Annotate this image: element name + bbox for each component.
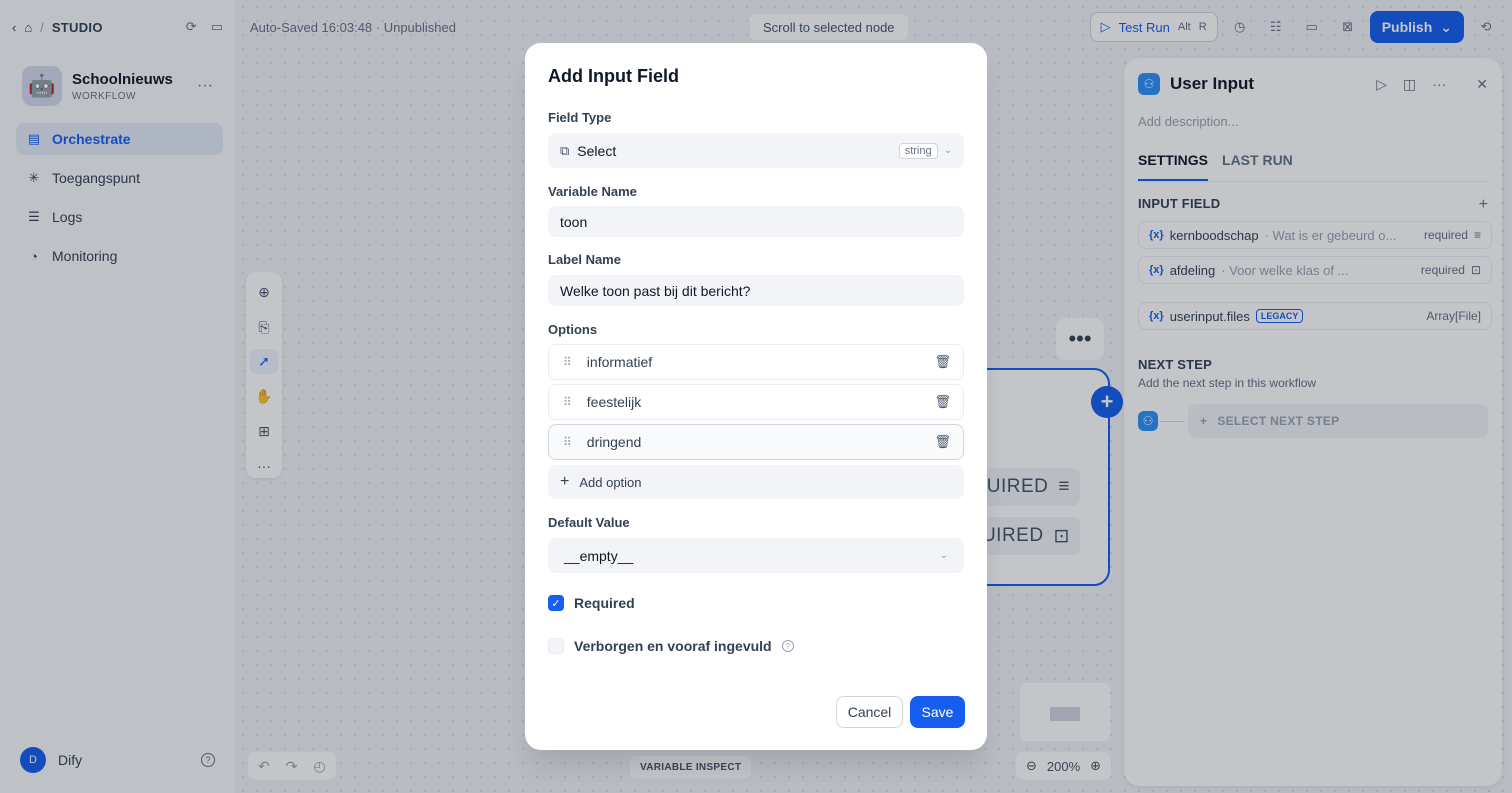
save-button[interactable]: Save (910, 696, 965, 728)
trash-icon[interactable]: 🗑 (934, 434, 951, 450)
label-name-input[interactable]: Welke toon past bij dit bericht? (548, 275, 964, 306)
variable-name-input[interactable]: toon (548, 206, 964, 237)
option-item[interactable]: ⠿ dringend 🗑 (548, 424, 964, 460)
options-label: Options (548, 322, 598, 337)
dialog-title: Add Input Field (548, 66, 679, 86)
add-option-label: Add option (579, 474, 642, 490)
field-type-badge: string (898, 142, 938, 159)
required-checkbox-row[interactable]: ✓ Required (548, 595, 635, 611)
label-name-label: Label Name (548, 252, 621, 267)
field-type-value: Select (577, 142, 617, 159)
trash-icon[interactable]: 🗑 (934, 354, 951, 370)
hidden-checkbox-row[interactable]: Verborgen en vooraf ingevuld ? (548, 638, 794, 654)
select-type-icon: ⧉ (560, 142, 570, 158)
option-item[interactable]: ⠿ informatief 🗑 (548, 344, 964, 380)
hidden-checkbox[interactable] (548, 638, 564, 654)
help-icon[interactable]: ? (781, 640, 794, 652)
trash-icon[interactable]: 🗑 (934, 394, 951, 410)
drag-handle-icon[interactable]: ⠿ (563, 395, 572, 409)
field-type-select[interactable]: ⧉ Select string ⌄ (548, 133, 964, 168)
option-item[interactable]: ⠿ feestelijk 🗑 (548, 384, 964, 420)
default-value-label: Default Value (548, 515, 630, 530)
plus-icon: + (560, 473, 570, 490)
drag-handle-icon[interactable]: ⠿ (563, 435, 572, 449)
option-value[interactable]: informatief (587, 354, 652, 370)
cancel-button[interactable]: Cancel (836, 696, 903, 728)
add-input-field-dialog: Add Input Field Field Type ⧉ Select stri… (525, 43, 987, 750)
add-option-button[interactable]: + Add option (548, 465, 964, 499)
required-label: Required (574, 595, 635, 611)
default-value-select[interactable]: __empty__ ⌄ (548, 538, 964, 573)
chevron-down-icon: ⌄ (943, 145, 952, 156)
default-value: __empty__ (564, 547, 634, 564)
field-type-label: Field Type (548, 110, 612, 125)
option-value[interactable]: feestelijk (587, 394, 641, 410)
required-checkbox[interactable]: ✓ (548, 595, 564, 611)
option-value[interactable]: dringend (587, 434, 642, 450)
variable-name-label: Variable Name (548, 184, 637, 199)
drag-handle-icon[interactable]: ⠿ (563, 355, 572, 369)
chevron-down-icon: ⌄ (939, 550, 948, 561)
hidden-label: Verborgen en vooraf ingevuld (574, 638, 772, 654)
